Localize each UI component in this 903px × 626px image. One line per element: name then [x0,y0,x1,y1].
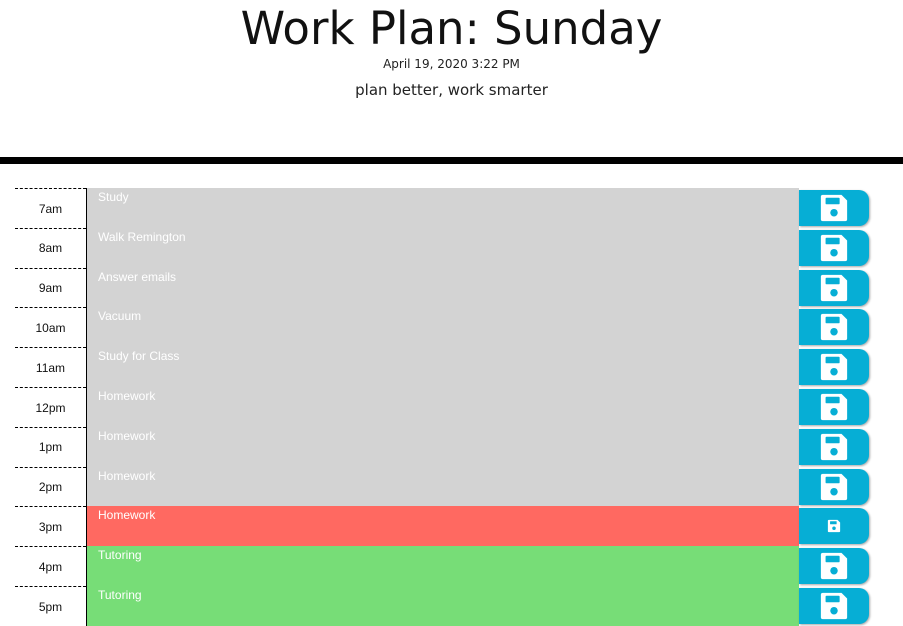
task-input[interactable]: Study for Class [86,347,799,388]
hour-label: 3pm [15,506,86,546]
save-button[interactable] [799,269,869,306]
save-button[interactable] [799,468,869,505]
header-divider [0,157,903,164]
time-block: 10am Vacuum [0,307,903,348]
task-input[interactable]: Tutoring [86,586,799,626]
hour-label: 7am [15,188,86,228]
time-block: 8am Walk Remington [0,227,903,268]
save-icon [819,591,849,621]
page-title: Work Plan: Sunday [240,2,663,55]
save-button[interactable] [799,588,869,624]
save-icon [819,193,849,223]
time-block: 5pm Tutoring [0,586,903,626]
save-icon [819,472,849,502]
save-icon [819,392,849,422]
hour-label: 5pm [15,586,86,626]
hour-label: 1pm [15,426,86,467]
save-button[interactable] [799,548,869,585]
save-icon [819,233,849,263]
time-block: 11am Study for Class [0,347,903,388]
time-block: 7am Study [0,188,903,228]
current-date: April 19, 2020 3:22 PM [383,57,520,71]
time-block: 9am Answer emails [0,267,903,308]
save-button[interactable] [799,190,869,226]
task-input[interactable]: Homework [86,426,799,467]
save-button[interactable] [799,428,869,465]
task-input[interactable]: Homework [86,466,799,507]
task-input[interactable]: Vacuum [86,307,799,348]
hour-label: 12pm [15,387,86,427]
task-input[interactable]: Homework [86,506,799,547]
hour-label: 2pm [15,466,86,507]
time-block: 1pm Homework [0,426,903,467]
save-button[interactable] [799,229,869,266]
hour-label: 4pm [15,546,86,586]
save-button[interactable] [799,508,869,545]
time-block: 12pm Homework [0,387,903,427]
save-icon [819,312,849,342]
save-icon [819,352,849,382]
save-icon [819,432,849,462]
hour-label: 10am [15,307,86,347]
save-button[interactable] [799,389,869,425]
save-icon [819,551,849,581]
save-icon [819,273,849,303]
hour-label: 8am [15,227,86,268]
task-input[interactable]: Tutoring [86,546,799,587]
save-icon [827,519,841,533]
hour-label: 11am [15,347,86,387]
task-input[interactable]: Homework [86,387,799,427]
time-block: 3pm Homework [0,506,903,547]
task-input[interactable]: Answer emails [86,267,799,308]
task-input[interactable]: Study [86,188,799,228]
hour-label: 9am [15,267,86,308]
task-input[interactable]: Walk Remington [86,227,799,268]
save-button[interactable] [799,309,869,346]
time-block: 4pm Tutoring [0,546,903,587]
save-button[interactable] [799,349,869,386]
tagline: plan better, work smarter [355,81,548,99]
time-block: 2pm Homework [0,466,903,507]
